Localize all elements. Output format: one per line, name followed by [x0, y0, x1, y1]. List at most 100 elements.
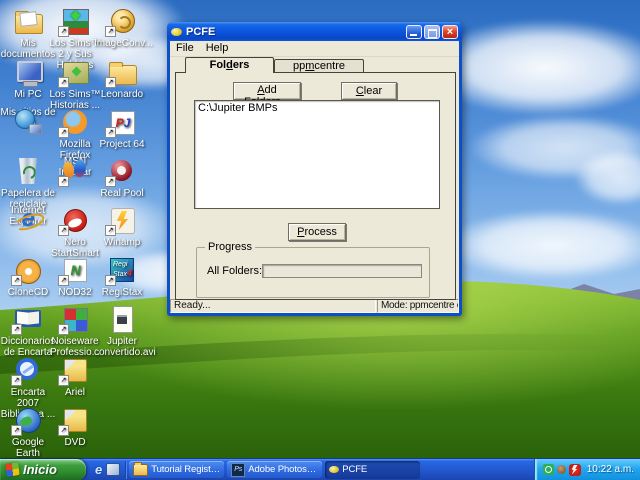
status-bar: Ready... Mode: ppmcentre only	[170, 299, 459, 313]
taskbar-clock: 10:22 a.m.	[587, 464, 634, 475]
shortcut-arrow-icon: ↗	[105, 127, 116, 138]
shortcut-arrow-icon: ↗	[11, 425, 22, 436]
all-folders-label: All Folders:	[207, 265, 262, 277]
menu-help[interactable]: Help	[206, 42, 229, 56]
recycle-bin-icon	[13, 156, 43, 186]
icon-label: Real Pool	[94, 188, 150, 199]
shortcut-arrow-icon: ↗	[105, 77, 116, 88]
firefox-icon: ↗	[60, 107, 90, 137]
clear-button[interactable]: Clear	[341, 82, 397, 100]
shortcut-arrow-icon: ↗	[58, 275, 69, 286]
shortcut-arrow-icon: ↗	[58, 375, 69, 386]
menu-bar: File Help	[170, 41, 459, 57]
project64-icon: PJ↗	[107, 107, 137, 137]
icon-label: RegiStax	[94, 287, 150, 298]
menu-file[interactable]: File	[176, 42, 194, 56]
progress-group-label: Progress	[205, 241, 255, 253]
all-folders-progressbar	[262, 264, 422, 278]
tab-folders[interactable]: Folders	[185, 57, 274, 73]
icon-label: DVD	[47, 437, 103, 448]
taskbar-button-tutorial-registax[interactable]: Tutorial Registax 4	[129, 461, 224, 479]
tab-ppmcentre[interactable]: ppmcentre	[274, 59, 364, 73]
pcfe-app-icon	[171, 28, 182, 36]
shortcut-arrow-icon: ↗	[105, 225, 116, 236]
status-ready: Ready...	[170, 299, 376, 313]
taskbar: Inicio e Tutorial Registax 4 Ps Adobe Ph…	[0, 458, 640, 480]
tray-icon-brown[interactable]	[557, 465, 566, 474]
start-label: Inicio	[23, 462, 57, 477]
folders-tab-page: Add Folders... Clear C:\Jupiter BMPs Pro…	[175, 72, 456, 300]
network-places-icon	[13, 107, 43, 137]
system-tray: 10:22 a.m.	[534, 459, 640, 480]
msn-butterfly-icon: ↗	[60, 156, 90, 186]
internet-explorer-icon: e	[13, 205, 43, 235]
icon-label: Leonardo	[94, 89, 150, 100]
shortcut-arrow-icon: ↗	[105, 275, 116, 286]
encarta-2007-icon: ↗	[13, 355, 43, 385]
shortcut-arrow-icon: ↗	[58, 77, 69, 88]
taskbar-button-pcfe[interactable]: PCFE	[325, 461, 420, 479]
nero-document-icon: ↗	[60, 405, 90, 435]
shortcut-arrow-icon: ↗	[11, 375, 22, 386]
sims-historias-icon: ↗	[60, 57, 90, 87]
quick-launch: e	[86, 461, 126, 479]
desktop-icon-winamp[interactable]: ↗ Winamp	[94, 205, 150, 248]
icon-label: Ariel	[47, 387, 103, 398]
shortcut-arrow-icon: ↗	[58, 225, 69, 236]
registax-icon: RegiStax4↗	[107, 255, 137, 285]
desktop-icon-leonardo[interactable]: ↗ Leonardo	[94, 57, 150, 100]
icon-label: Project 64	[94, 139, 150, 150]
desktop-icon-ariel[interactable]: ↗ Ariel	[47, 355, 103, 398]
close-button[interactable]: ×	[442, 25, 458, 39]
desktop: Mis documentos Mi PC Mis sitios de red P…	[0, 0, 640, 480]
minimize-button[interactable]	[406, 25, 422, 39]
show-desktop-icon[interactable]	[106, 463, 120, 476]
photoshop-icon: Ps	[231, 463, 245, 477]
start-button[interactable]: Inicio	[0, 459, 86, 480]
icon-label: ImageConv...	[94, 38, 150, 49]
taskbar-button-photoshop[interactable]: Ps Adobe Photoshop CS3	[227, 461, 322, 479]
shortcut-arrow-icon: ↗	[11, 324, 22, 335]
desktop-icon-dvd[interactable]: ↗ DVD	[47, 405, 103, 448]
progress-group: Progress All Folders:	[196, 247, 430, 298]
my-computer-icon	[13, 57, 43, 87]
pcfe-app-icon	[329, 466, 339, 473]
shortcut-arrow-icon: ↗	[58, 324, 69, 335]
desktop-icon-registax[interactable]: RegiStax4↗ RegiStax	[94, 255, 150, 298]
nero-document-icon: ↗	[60, 355, 90, 385]
tray-icon-green[interactable]	[543, 464, 554, 475]
shortcut-arrow-icon: ↗	[105, 26, 116, 37]
shortcut-arrow-icon: ↗	[58, 425, 69, 436]
my-documents-icon	[13, 6, 43, 36]
folder-icon	[133, 464, 148, 476]
winamp-icon: ↗	[107, 205, 137, 235]
desktop-icon-jupiter-avi[interactable]: Jupiter convertido.avi	[94, 304, 150, 358]
icon-label: Winamp	[94, 237, 150, 248]
windows-flag-icon	[5, 462, 19, 477]
shortcut-arrow-icon: ↗	[58, 176, 69, 187]
clonecd-icon: ↗	[13, 255, 43, 285]
shortcut-arrow-icon: ↗	[105, 176, 116, 187]
process-button[interactable]: Process	[288, 223, 346, 241]
folder-list-item[interactable]: C:\Jupiter BMPs	[198, 102, 436, 114]
add-folders-button[interactable]: Add Folders...	[233, 82, 301, 100]
desktop-icon-imageconv[interactable]: ↗ ImageConv...	[94, 6, 150, 49]
imageconv-icon: ↗	[107, 6, 137, 36]
shortcut-arrow-icon: ↗	[11, 275, 22, 286]
nero-icon: ↗	[60, 205, 90, 235]
window-title: PCFE	[186, 26, 404, 38]
desktop-icon-project-64[interactable]: PJ↗ Project 64	[94, 107, 150, 150]
noiseware-icon: ↗	[60, 304, 90, 334]
google-earth-icon: ↗	[13, 405, 43, 435]
encarta-dictionary-icon: ↗	[13, 304, 43, 334]
billiard-ball-icon: ↗	[107, 156, 137, 186]
window-titlebar[interactable]: PCFE ×	[167, 22, 462, 41]
desktop-icon-real-pool[interactable]: ↗ Real Pool	[94, 156, 150, 199]
window-client-area: File Help Folders ppmcentre Add Folders.…	[170, 41, 459, 313]
quick-launch-ie-icon[interactable]: e	[95, 463, 102, 477]
folder-listbox[interactable]: C:\Jupiter BMPs	[194, 100, 440, 209]
tray-icon-winamp-lightning[interactable]	[569, 464, 581, 476]
shortcut-arrow-icon: ↗	[58, 26, 69, 37]
maximize-button[interactable]	[424, 25, 440, 39]
status-mode: Mode: ppmcentre only	[377, 299, 459, 313]
